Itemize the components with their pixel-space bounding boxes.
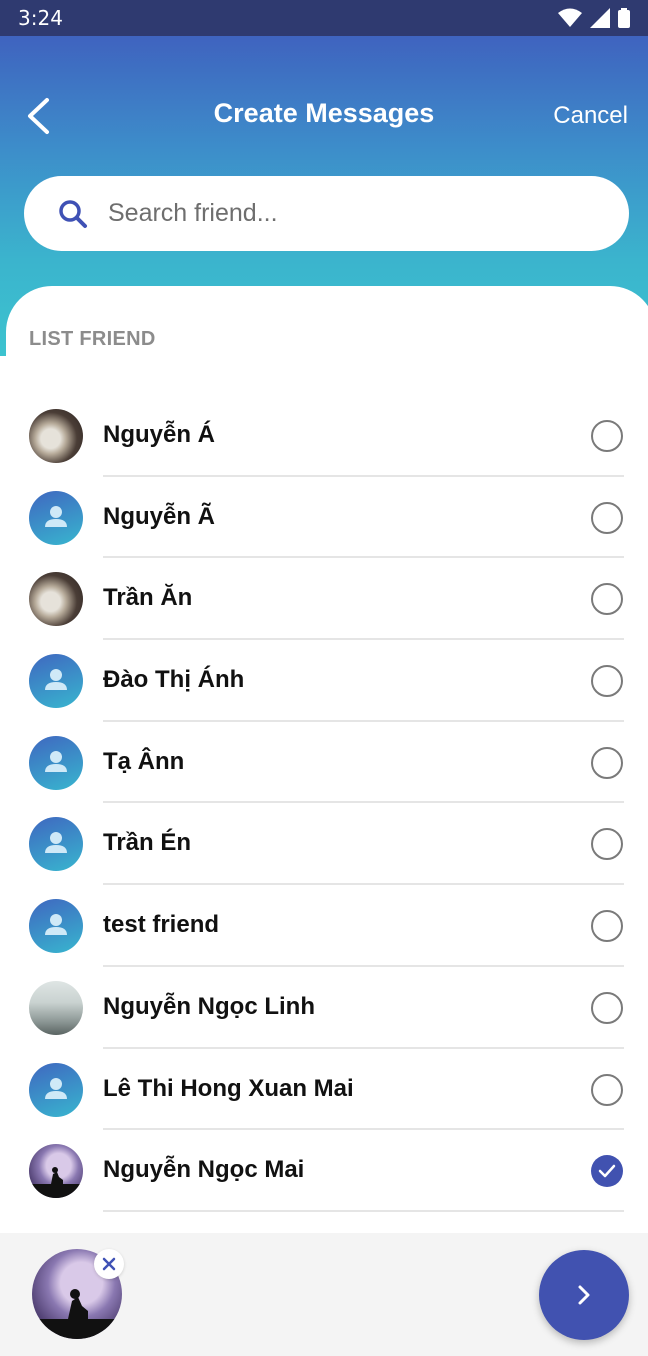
- avatar: [29, 654, 83, 709]
- next-button[interactable]: [539, 1250, 629, 1340]
- chevron-right-icon: [578, 1285, 590, 1305]
- person-icon: [45, 669, 67, 691]
- friend-row[interactable]: Nguyễn Ngọc Linh: [0, 967, 648, 1049]
- avatar: [29, 1062, 83, 1117]
- friend-list: Nguyễn Á Nguyễn Ã Trần Ăn Đào Thị Ánh Tạ…: [0, 395, 648, 1212]
- avatar: [29, 490, 83, 545]
- cancel-button[interactable]: Cancel: [553, 102, 628, 130]
- status-time: 3:24: [18, 6, 63, 30]
- battery-icon: [618, 8, 630, 28]
- avatar: [29, 1144, 83, 1199]
- friend-row[interactable]: Trần Ăn: [0, 558, 648, 641]
- status-bar: 3:24: [0, 0, 648, 36]
- avatar: [29, 409, 83, 463]
- friend-name: Tạ Ânn: [103, 747, 185, 775]
- friend-name: test friend: [103, 911, 220, 939]
- select-radio[interactable]: [591, 746, 623, 779]
- close-icon: [102, 1257, 116, 1271]
- person-icon: [45, 1077, 67, 1099]
- wifi-icon: [558, 8, 582, 27]
- friend-row[interactable]: Lê Thi Hong Xuan Mai: [0, 1049, 648, 1131]
- select-radio[interactable]: [591, 1155, 623, 1188]
- divider: [103, 1209, 624, 1212]
- avatar: [29, 572, 83, 627]
- select-radio[interactable]: [591, 1073, 623, 1106]
- select-radio[interactable]: [591, 910, 623, 943]
- avatar: [29, 899, 83, 954]
- status-icons: [558, 8, 630, 28]
- avatar: [29, 980, 83, 1035]
- select-radio[interactable]: [591, 991, 623, 1024]
- friend-name: Nguyễn Á: [103, 421, 216, 448]
- person-icon: [45, 832, 67, 854]
- phone-screen: 3:24 Create Messages Cancel LIST FRIEND …: [0, 0, 648, 1356]
- friend-row[interactable]: Đào Thị Ánh: [0, 640, 648, 722]
- friend-row[interactable]: Trần Én: [0, 803, 648, 886]
- friend-name: Đào Thị Ánh: [103, 666, 245, 694]
- page-title: Create Messages: [213, 98, 435, 128]
- select-radio[interactable]: [591, 501, 623, 534]
- friend-row[interactable]: Nguyễn Ngọc Mai: [0, 1130, 648, 1212]
- person-icon: [45, 505, 67, 527]
- select-radio[interactable]: [591, 665, 623, 698]
- remove-selected-button[interactable]: [94, 1249, 124, 1279]
- friend-name: Trần Ăn: [103, 584, 193, 612]
- friend-row[interactable]: Tạ Ânn: [0, 722, 648, 804]
- friend-name: Nguyễn Ngọc Mai: [103, 1156, 305, 1184]
- section-label: LIST FRIEND: [29, 328, 156, 350]
- signal-icon: [590, 8, 610, 28]
- select-radio[interactable]: [591, 828, 623, 861]
- friend-name: Lê Thi Hong Xuan Mai: [103, 1074, 354, 1102]
- friend-name: Trần Én: [103, 829, 192, 857]
- friend-row[interactable]: Nguyễn Á: [0, 395, 648, 477]
- silhouette-icon: [29, 1167, 83, 1199]
- friend-name: Nguyễn Ngọc Linh: [103, 992, 315, 1020]
- person-icon: [45, 914, 67, 936]
- person-icon: [45, 750, 67, 772]
- avatar: [29, 817, 83, 872]
- check-icon: [598, 1164, 616, 1178]
- friend-row[interactable]: Nguyễn Ã: [0, 477, 648, 559]
- avatar: [29, 735, 83, 790]
- select-radio[interactable]: [591, 583, 623, 616]
- search-icon: [59, 199, 87, 228]
- select-radio[interactable]: [591, 420, 623, 452]
- friend-row[interactable]: test friend: [0, 885, 648, 967]
- search-input[interactable]: [108, 199, 568, 228]
- search-bar[interactable]: [24, 176, 629, 251]
- friend-name: Nguyễn Ã: [103, 502, 216, 530]
